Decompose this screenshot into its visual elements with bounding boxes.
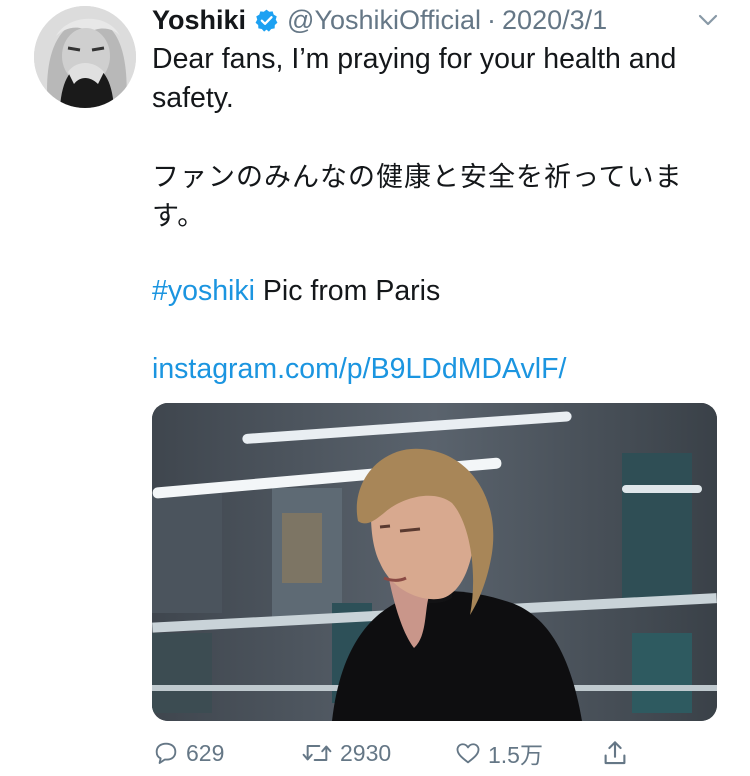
retweet-button[interactable]: 2930 bbox=[300, 733, 391, 773]
tweet-media-photo[interactable] bbox=[152, 403, 717, 721]
reply-icon bbox=[155, 742, 177, 764]
verified-badge-icon bbox=[254, 8, 279, 33]
like-count: 1.5万 bbox=[488, 742, 543, 768]
avatar-photo bbox=[34, 6, 136, 108]
tweet-text-english: Dear fans, I’m praying for your health a… bbox=[152, 43, 677, 114]
tweet-header: Yoshiki @YoshikiOfficial · 2020/3/1 bbox=[152, 2, 607, 38]
heart-icon bbox=[456, 743, 480, 764]
tweet-date[interactable]: 2020/3/1 bbox=[502, 5, 607, 36]
hashtag-suffix-text: Pic from Paris bbox=[254, 275, 441, 307]
tweet-link-line: instagram.com/p/B9LDdMDAvlF/ bbox=[152, 350, 727, 389]
retweet-count: 2930 bbox=[340, 739, 392, 766]
tweet-hashtag-line: #yoshiki Pic from Paris bbox=[152, 272, 727, 311]
reply-count: 629 bbox=[186, 739, 225, 766]
author-name[interactable]: Yoshiki bbox=[152, 5, 246, 36]
tweet-actions: 629 2930 1.5万 bbox=[152, 733, 712, 773]
retweet-icon bbox=[302, 745, 332, 761]
share-button[interactable] bbox=[600, 733, 630, 773]
avatar[interactable] bbox=[34, 6, 136, 108]
tweet-text-japanese: ファンのみんなの健康と安全を祈っています。 bbox=[152, 162, 683, 232]
share-icon bbox=[604, 741, 626, 765]
like-button[interactable]: 1.5万 bbox=[454, 733, 543, 773]
instagram-link[interactable]: instagram.com/p/B9LDdMDAvlF/ bbox=[152, 353, 566, 385]
reply-button[interactable]: 629 bbox=[152, 733, 224, 773]
hashtag-link[interactable]: #yoshiki bbox=[152, 275, 255, 307]
separator-dot: · bbox=[487, 4, 497, 35]
photo-man-in-black-coat bbox=[152, 403, 717, 721]
chevron-down-icon[interactable] bbox=[696, 10, 720, 30]
author-handle[interactable]: @YoshikiOfficial bbox=[287, 5, 481, 36]
